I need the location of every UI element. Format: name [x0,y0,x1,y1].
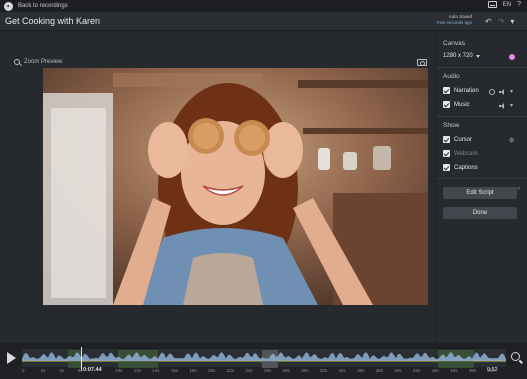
captions-toggle[interactable]: Captions [443,164,478,171]
narration-toggle[interactable]: Narration [443,87,479,94]
clock-icon[interactable] [489,88,495,95]
language-selector[interactable]: EN [503,2,511,8]
webcam-toggle[interactable]: Webcam [443,150,478,157]
top-bar-actions: EN ? [487,1,521,8]
ruler-tick: 22s [226,368,235,373]
end-timecode: 0:52 [487,367,498,373]
cursor-label: Cursor [454,136,473,143]
show-section-label: Show [443,122,460,129]
chevron-down-icon[interactable]: ▾ [510,102,513,109]
captions-label: Captions [454,164,478,171]
chevron-down-icon [475,54,480,58]
ruler-tick: 18s [189,368,197,373]
search-icon [14,59,20,65]
music-toggle[interactable]: Music [443,101,470,108]
undo-icon[interactable]: ↶ [485,17,492,26]
preview-image [43,68,428,305]
zoom-preview-label: Zoom Preview [24,59,63,65]
divider [436,116,527,117]
done-button[interactable]: Done [443,207,517,219]
divider [436,67,527,68]
ruler-tick: 40s [394,368,402,373]
volume-icon[interactable] [499,88,506,95]
webcam-checkbox[interactable] [443,150,450,157]
narration-label: Narration [454,87,479,94]
music-controls: ▾ [499,102,513,109]
cursor-checkbox[interactable] [443,136,450,143]
ruler-tick: 46s [450,368,458,373]
cursor-toggle[interactable]: Cursor [443,136,472,143]
ruler-tick: 48s [468,368,477,373]
ruler-tick: 44s [431,368,439,373]
timeline-zoom-icon[interactable] [511,352,520,361]
ruler-tick: 34s [338,368,346,373]
canvas-section-label: Canvas [443,40,466,47]
autosave-time: Few seconds ago [436,20,472,25]
ruler-tick: 38s [375,368,383,373]
ruler-tick: 10s [115,368,123,373]
redo-icon[interactable]: ↷ [498,17,505,26]
captions-icon[interactable] [487,1,497,8]
history-controls: ↶ ↷ ▾ [485,17,514,26]
narration-controls: ▾ [489,88,513,95]
ruler-tick: 20s [208,368,216,373]
ruler-tick: 32s [319,368,328,373]
edit-script-button[interactable]: Edit Script [443,187,517,199]
screenshot-camera-icon[interactable] [417,59,427,66]
ruler-tick: 36s [357,368,365,373]
help-icon[interactable]: ? [517,1,521,8]
audio-section-label: Audio [443,73,460,80]
collapse-panel-icon[interactable]: » [517,186,520,192]
volume-icon[interactable] [499,102,506,109]
ruler-tick: 2s [40,368,46,373]
more-chevron-icon[interactable]: ▾ [510,17,514,26]
resolution-dropdown[interactable]: 1280 x 720 [443,53,480,59]
autosave-status: Auto Saved Few seconds ago [428,14,472,26]
back-arrow-icon[interactable] [4,1,13,11]
music-checkbox[interactable] [443,101,450,108]
ruler-tick: 42s [412,368,421,373]
zoom-preview-button[interactable]: Zoom Preview [14,59,62,65]
ruler-tick: 12s [133,368,141,373]
ruler-tick: 26s [264,368,272,373]
ruler-tick: 6s [77,368,83,373]
divider [436,178,527,179]
music-label: Music [454,101,470,108]
video-preview[interactable] [43,68,428,305]
resolution-value: 1280 x 720 [443,53,473,59]
webcam-label: Webcam [454,150,478,157]
chevron-down-icon[interactable]: ▾ [510,88,513,95]
audio-waveform [22,350,506,368]
ruler-tick: 28s [282,368,290,373]
background-color-swatch[interactable] [509,54,515,60]
ruler-tick: 24s [245,368,253,373]
top-bar: Back to recordings EN ? [0,0,527,12]
captions-checkbox[interactable] [443,164,450,171]
ruler-tick: 30s [301,368,309,373]
ruler-tick: 4s [59,368,64,373]
current-timecode: 0:07.44 [83,367,102,373]
ruler-tick: 16s [170,368,179,373]
project-title: Get Cooking with Karen [5,16,101,26]
title-bar: Get Cooking with Karen Auto Saved Few se… [0,12,527,31]
ruler-tick: 14s [152,368,160,373]
play-icon[interactable] [7,352,16,364]
cursor-settings-icon[interactable]: ⚙ [509,137,514,144]
back-to-recordings-link[interactable]: Back to recordings [18,3,68,9]
ruler-tick: 0 [22,368,25,373]
narration-checkbox[interactable] [443,87,450,94]
